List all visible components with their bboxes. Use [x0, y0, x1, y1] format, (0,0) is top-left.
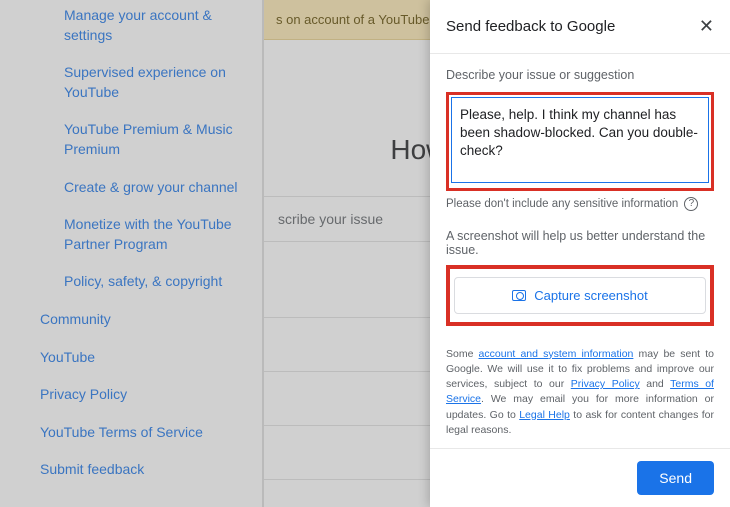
sidebar-sub-monetize[interactable]: Monetize with the YouTube Partner Progra… — [64, 215, 238, 254]
sidebar-sub-premium[interactable]: YouTube Premium & Music Premium — [64, 120, 238, 159]
describe-label: Describe your issue or suggestion — [446, 68, 714, 82]
send-button[interactable]: Send — [637, 461, 714, 495]
capture-label: Capture screenshot — [534, 288, 647, 303]
sidebar-item-youtube[interactable]: YouTube — [40, 348, 238, 368]
sensitive-info-hint: Please don't include any sensitive infor… — [446, 197, 714, 211]
link-legal-help[interactable]: Legal Help — [519, 409, 570, 421]
feedback-disclaimer: Some account and system information may … — [446, 347, 714, 438]
screenshot-label: A screenshot will help us better underst… — [446, 229, 714, 257]
sidebar-item-submit-feedback[interactable]: Submit feedback — [40, 460, 238, 480]
sidebar-item-tos[interactable]: YouTube Terms of Service — [40, 423, 238, 443]
sidebar-item-community[interactable]: Community — [40, 310, 238, 330]
close-button[interactable]: ✕ — [699, 16, 714, 37]
sidebar-sub-supervised[interactable]: Supervised experience on YouTube — [64, 63, 238, 102]
sidebar-sub-policy[interactable]: Policy, safety, & copyright — [64, 272, 238, 292]
feedback-header: Send feedback to Google ✕ — [430, 0, 730, 54]
feedback-footer: Send — [430, 448, 730, 507]
sidebar-item-privacy[interactable]: Privacy Policy — [40, 385, 238, 405]
info-icon[interactable]: ? — [684, 197, 698, 211]
link-privacy-policy[interactable]: Privacy Policy — [571, 378, 640, 390]
capture-screenshot-button[interactable]: Capture screenshot — [454, 277, 706, 314]
help-sidebar: Manage your account & settings Supervise… — [0, 0, 262, 507]
feedback-textarea-highlight — [446, 92, 714, 191]
sidebar-sub-create-grow[interactable]: Create & grow your channel — [64, 178, 238, 198]
capture-highlight: Capture screenshot — [446, 265, 714, 326]
feedback-title: Send feedback to Google — [446, 18, 615, 35]
sidebar-sub-manage-account[interactable]: Manage your account & settings — [64, 6, 238, 45]
close-icon: ✕ — [699, 16, 714, 36]
feedback-panel: Send feedback to Google ✕ Describe your … — [430, 0, 730, 507]
screenshot-icon — [512, 290, 526, 301]
feedback-textarea[interactable] — [451, 97, 709, 183]
link-account-info[interactable]: account and system information — [479, 348, 634, 360]
